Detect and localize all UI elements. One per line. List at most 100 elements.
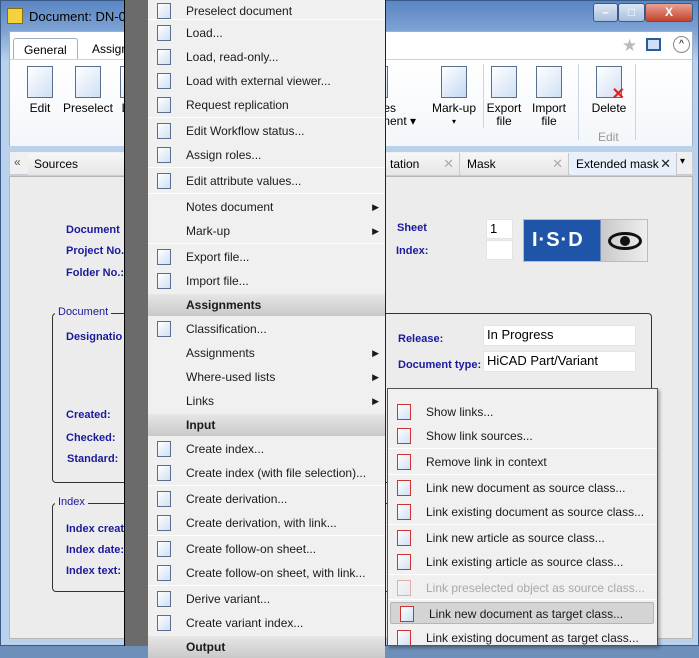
markup-button[interactable]: Mark-up ▾	[428, 66, 480, 128]
menu-item[interactable]: Assign roles...	[148, 144, 385, 166]
menu-separator	[388, 448, 657, 449]
menu-item[interactable]: Links ▶	[148, 390, 385, 412]
collapse-ribbon-icon[interactable]: ^	[673, 36, 690, 53]
tabs-dropdown-button[interactable]: ▾	[680, 156, 685, 167]
menu-item[interactable]: Link new document as source class...	[388, 477, 657, 499]
menu-item[interactable]: Import file...	[148, 270, 385, 292]
tab-extended-mask[interactable]: Extended mask ✕	[570, 153, 677, 175]
ribbon-separator	[578, 64, 579, 140]
tab-mask[interactable]: Mask ✕	[461, 153, 569, 175]
document-icon	[157, 147, 171, 163]
sheet-field[interactable]: 1	[486, 219, 513, 239]
menu-item-label: Assignments	[186, 346, 255, 360]
close-tab-icon[interactable]: ✕	[660, 156, 671, 172]
document-icon	[157, 49, 171, 65]
label-index-date: Index date:	[66, 544, 125, 556]
document-icon	[397, 580, 411, 596]
menu-item-label: Show links...	[426, 405, 494, 419]
close-tab-icon[interactable]: ✕	[443, 156, 454, 172]
group-index-title: Index	[55, 496, 88, 508]
menu-item[interactable]: Show links...	[388, 401, 657, 423]
window-layout-icon[interactable]	[646, 38, 661, 51]
menu-item[interactable]: Notes document ▶	[148, 196, 385, 218]
menu-item[interactable]: Create derivation...	[148, 488, 385, 510]
menu-item[interactable]: Derive variant...	[148, 588, 385, 610]
label-document: Document	[66, 224, 120, 236]
export-file-button[interactable]: Export file	[485, 66, 523, 128]
index-field[interactable]	[486, 240, 513, 260]
submenu-arrow-icon: ▶	[372, 348, 379, 358]
edit-label: Edit	[29, 101, 51, 115]
import-file-button[interactable]: Import file	[528, 66, 570, 128]
menu-item[interactable]: Link new document as target class...	[390, 602, 654, 624]
menu-item-label: Create follow-on sheet...	[186, 542, 317, 556]
menu-item[interactable]: Edit Workflow status...	[148, 120, 385, 142]
release-field[interactable]: In Progress	[483, 325, 636, 346]
maximize-button[interactable]: □	[618, 3, 645, 22]
menu-item[interactable]: Create index (with file selection)...	[148, 462, 385, 484]
menu-separator	[388, 574, 657, 575]
menu-item-label: Load with external viewer...	[186, 74, 331, 88]
menu-item[interactable]: Where-used lists ▶	[148, 366, 385, 388]
scroll-left-button[interactable]: «	[14, 155, 21, 169]
menu-item[interactable]: Assignments ▶	[148, 342, 385, 364]
document-icon	[157, 465, 171, 481]
import-file-icon	[536, 66, 562, 98]
edit-button[interactable]: Edit	[24, 66, 56, 115]
document-icon	[157, 565, 171, 581]
menu-item[interactable]: Mark-up ▶	[148, 220, 385, 242]
menu-item-label: Assign roles...	[186, 148, 262, 162]
menu-item[interactable]: Classification...	[148, 318, 385, 340]
menu-item-label: Export file...	[186, 250, 250, 264]
submenu-arrow-icon: ▶	[372, 372, 379, 382]
menu-item-label: Link new document as source class...	[426, 481, 626, 495]
notes-document-button[interactable]: tes ment ▾	[380, 66, 422, 128]
document-icon	[157, 321, 171, 337]
preselect-button[interactable]: Preselect	[62, 66, 114, 115]
close-button[interactable]: X	[645, 3, 693, 22]
menu-item[interactable]: Edit attribute values...	[148, 170, 385, 192]
menu-item[interactable]: Create derivation, with link...	[148, 512, 385, 534]
menu-item-label: Request replication	[186, 98, 289, 112]
tab-sources[interactable]: Sources	[28, 153, 128, 175]
markup-icon	[441, 66, 467, 98]
pushpin-icon	[75, 66, 101, 98]
menu-item[interactable]: Link existing document as source class..…	[388, 501, 657, 523]
menu-section-header: Output	[148, 636, 385, 658]
menu-item[interactable]: Export file...	[148, 246, 385, 268]
delete-button[interactable]: ✕ Delete	[588, 66, 630, 115]
menu-item[interactable]: Load, read-only...	[148, 46, 385, 68]
menu-item[interactable]: Create follow-on sheet, with link...	[148, 562, 385, 584]
document-icon	[157, 123, 171, 139]
menu-item[interactable]: Create variant index...	[148, 612, 385, 634]
label-sheet: Sheet	[397, 222, 427, 234]
document-icon	[157, 541, 171, 557]
menu-item[interactable]: Link existing article as source class...	[388, 551, 657, 573]
close-tab-icon[interactable]: ✕	[552, 156, 563, 172]
menu-item[interactable]: Load with external viewer...	[148, 70, 385, 92]
document-type-field[interactable]: HiCAD Part/Variant	[483, 351, 636, 372]
menu-item[interactable]: Remove link in context	[388, 451, 657, 473]
minimize-button[interactable]: –	[593, 3, 618, 22]
eye-icon	[608, 232, 642, 250]
ribbon-group-label-edit: Edit	[598, 130, 619, 144]
document-icon	[157, 73, 171, 89]
menu-separator	[388, 599, 657, 600]
document-icon	[397, 630, 411, 646]
menu-item[interactable]: Create index...	[148, 438, 385, 460]
menu-item[interactable]: Link new article as source class...	[388, 527, 657, 549]
menu-item-label: Assignments	[186, 298, 262, 312]
label-designation: Designatio	[66, 331, 123, 343]
links-submenu: Show links... Show link sources... Remove …	[387, 388, 658, 646]
menu-item[interactable]: Create follow-on sheet...	[148, 538, 385, 560]
menu-item[interactable]: Show link sources...	[388, 425, 657, 447]
tab-label: Sources	[34, 157, 79, 171]
ribbon-tab-general[interactable]: General	[13, 38, 78, 60]
export-file-icon	[491, 66, 517, 98]
label-created: Created:	[66, 409, 111, 421]
menu-item[interactable]: Request replication	[148, 94, 385, 116]
menu-item-label: Derive variant...	[186, 592, 271, 606]
star-icon[interactable]: ★	[622, 36, 637, 56]
menu-item[interactable]: Load...	[148, 22, 385, 44]
menu-item-label: Edit Workflow status...	[186, 124, 305, 138]
